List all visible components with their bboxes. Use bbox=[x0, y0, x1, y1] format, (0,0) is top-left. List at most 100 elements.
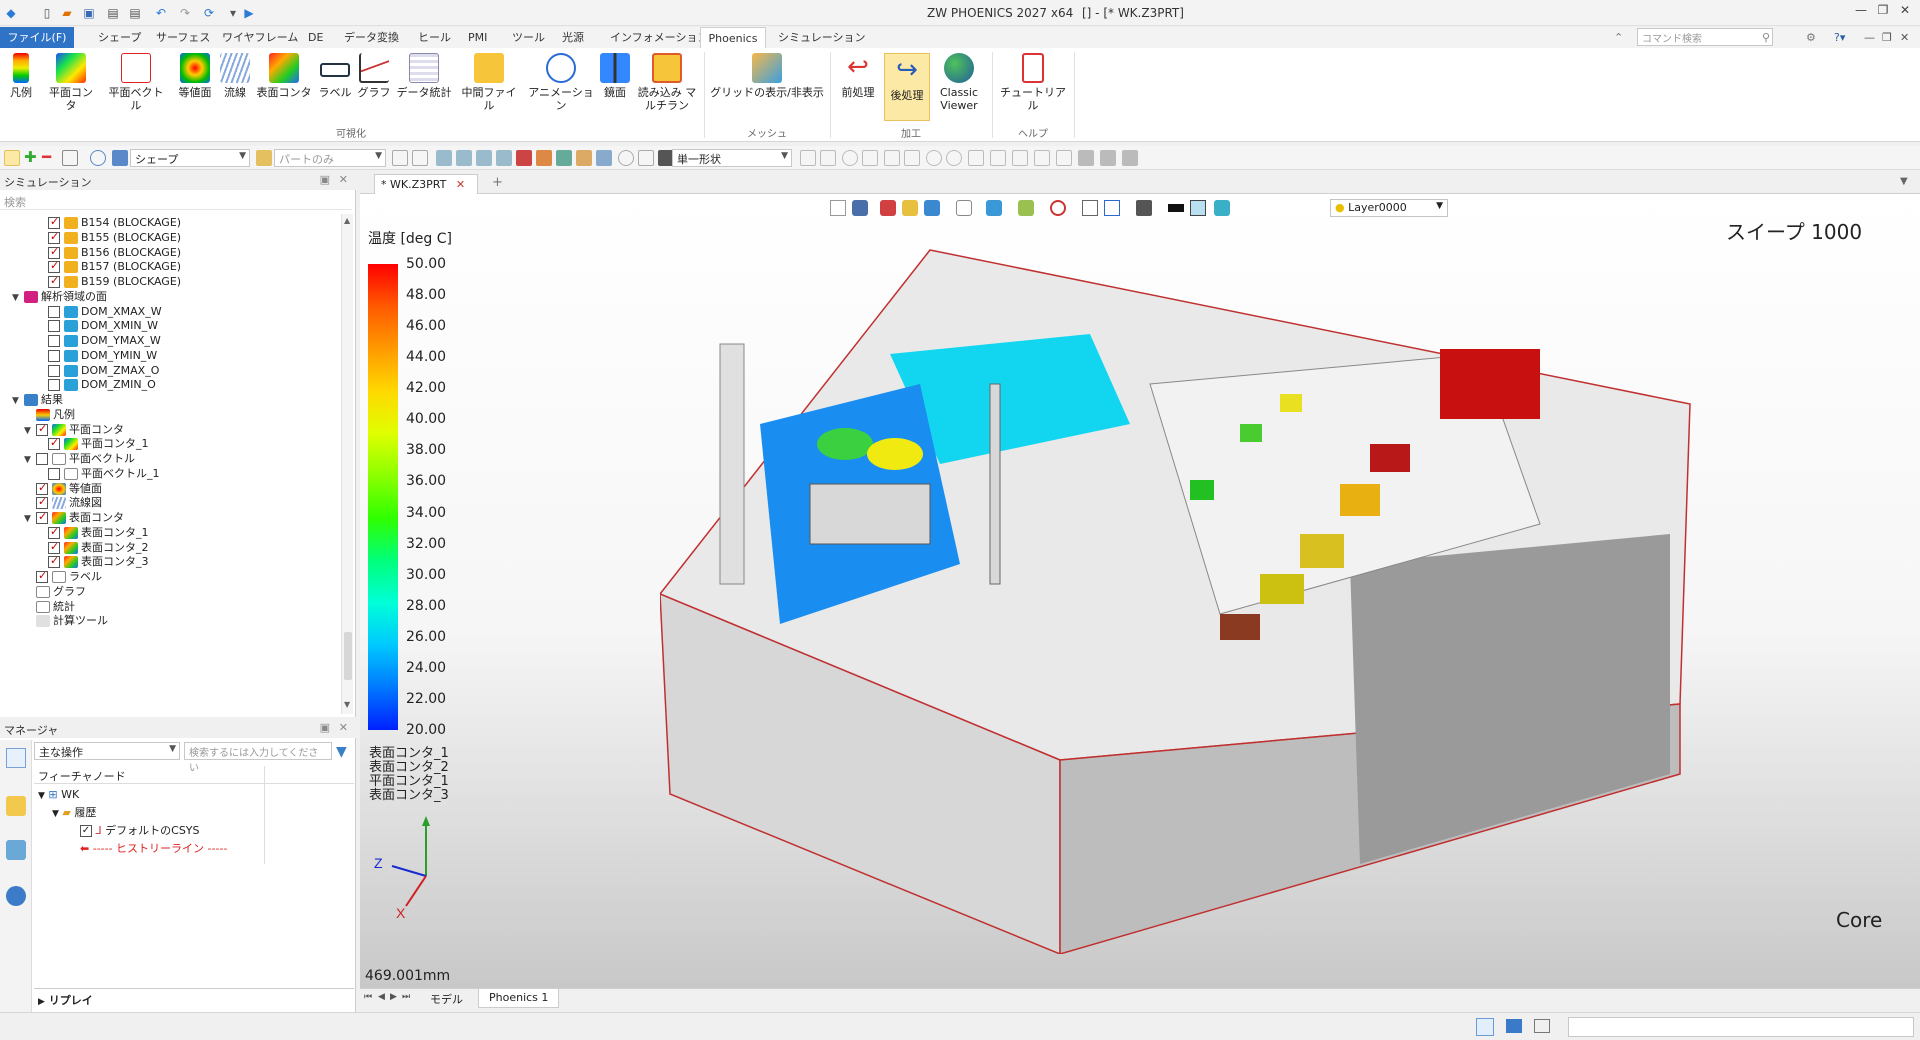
expand-icon[interactable]: ▼ bbox=[24, 451, 36, 469]
help-icon[interactable]: ?▾ bbox=[1828, 27, 1851, 48]
ribbon-close-icon[interactable]: ✕ bbox=[1894, 27, 1915, 48]
status-input[interactable] bbox=[1568, 1017, 1914, 1037]
3d-viewport[interactable]: ● Layer0000 ▼ 温度 [deg C] 50.00 48.00 46.00 4… bbox=[360, 194, 1920, 988]
snap-icon[interactable] bbox=[1078, 150, 1094, 166]
legend-button[interactable]: 凡例 bbox=[6, 53, 36, 99]
command-search-input[interactable]: コマンド検索 bbox=[1637, 28, 1773, 46]
scroll-up-icon[interactable]: ▲ bbox=[344, 216, 350, 225]
layer-dropdown[interactable]: ● Layer0000 ▼ bbox=[1330, 199, 1448, 217]
regen-icon[interactable]: ⟳ bbox=[200, 4, 218, 22]
view-tool-icon[interactable] bbox=[1136, 200, 1152, 216]
label-button[interactable]: ラベル bbox=[318, 53, 352, 99]
doc-tab[interactable]: * WK.Z3PRT ✕ bbox=[374, 174, 478, 194]
graph-button[interactable]: グラフ bbox=[356, 53, 392, 99]
undo-icon[interactable]: ↶ bbox=[152, 4, 170, 22]
expand-icon[interactable]: ▼ bbox=[38, 791, 45, 801]
tree-checkbox[interactable] bbox=[36, 567, 48, 585]
tab-shape[interactable]: シェープ bbox=[92, 27, 147, 48]
status-view-icon[interactable] bbox=[1476, 1018, 1494, 1036]
view-tool-icon[interactable] bbox=[852, 200, 868, 216]
replay-bar[interactable]: ▶ リプレイ bbox=[34, 988, 354, 1008]
view-tool-icon[interactable] bbox=[986, 200, 1002, 216]
history-view-icon[interactable] bbox=[6, 748, 26, 768]
first-page-icon[interactable]: ⏮ bbox=[364, 992, 372, 1002]
snap-icon[interactable] bbox=[1034, 150, 1050, 166]
pin-icon[interactable]: ▣ bbox=[320, 173, 330, 186]
collapse-ribbon-icon[interactable]: ⌃ bbox=[1608, 27, 1629, 48]
snap-icon[interactable] bbox=[800, 150, 816, 166]
tree-scrollbar[interactable]: ▲ ▼ bbox=[341, 214, 353, 714]
tool-icon[interactable] bbox=[476, 150, 492, 166]
view-tool-icon[interactable] bbox=[924, 200, 940, 216]
tree-checkbox[interactable] bbox=[36, 453, 48, 465]
tree-checkbox[interactable] bbox=[48, 552, 60, 570]
streamline-button[interactable]: 流線 bbox=[220, 53, 250, 99]
restore-icon[interactable]: ❐ bbox=[1872, 3, 1894, 21]
snap-icon[interactable] bbox=[862, 150, 878, 166]
filter-icon[interactable] bbox=[112, 150, 128, 166]
snap-icon[interactable] bbox=[968, 150, 984, 166]
expand-icon[interactable]: ▼ bbox=[24, 510, 36, 528]
file-menu[interactable]: ファイル(F) bbox=[0, 27, 74, 48]
pick-dropdown[interactable]: パートのみ ▼ bbox=[274, 149, 386, 167]
tree-node-root[interactable]: ▼ ⊞ WK bbox=[38, 786, 79, 804]
isosurface-button[interactable]: 等値面 bbox=[174, 53, 216, 99]
new-file-icon[interactable]: ▯ bbox=[38, 4, 56, 22]
tree-checkbox[interactable] bbox=[48, 305, 60, 318]
tool-icon[interactable] bbox=[536, 150, 552, 166]
tab-light[interactable]: 光源 bbox=[556, 27, 590, 48]
snap-icon[interactable] bbox=[1056, 150, 1072, 166]
view-tool-icon[interactable] bbox=[1190, 200, 1206, 216]
close-panel-icon[interactable]: ✕ bbox=[339, 173, 348, 186]
new-tab-icon[interactable]: + bbox=[492, 175, 503, 190]
remove-icon[interactable]: ━ bbox=[42, 150, 58, 166]
tool-icon[interactable] bbox=[392, 150, 408, 166]
snap-icon[interactable] bbox=[1100, 150, 1116, 166]
tab-model[interactable]: モデル bbox=[430, 991, 463, 1007]
data-statistics-button[interactable]: データ統計 bbox=[396, 53, 452, 99]
tool-icon[interactable] bbox=[638, 150, 654, 166]
snap-icon[interactable] bbox=[820, 150, 836, 166]
view-tool-icon[interactable] bbox=[1018, 200, 1034, 216]
csys-checkbox[interactable]: ✓ bbox=[80, 825, 92, 837]
tree-checkbox[interactable] bbox=[48, 349, 60, 362]
view-tool-icon[interactable] bbox=[1104, 200, 1120, 216]
view-tool-icon[interactable] bbox=[830, 200, 846, 216]
print-icon[interactable]: ▤ bbox=[104, 4, 122, 22]
select-arrow-icon[interactable] bbox=[4, 150, 20, 166]
tab-pmi[interactable]: PMI bbox=[462, 27, 493, 48]
tab-heal[interactable]: ヒール bbox=[412, 27, 457, 48]
tool-icon[interactable] bbox=[496, 150, 512, 166]
load-multirun-button[interactable]: 読み込み マルチラン bbox=[636, 53, 698, 112]
view-tool-icon[interactable] bbox=[1168, 204, 1184, 212]
snap-icon[interactable] bbox=[904, 150, 920, 166]
next-page-icon[interactable]: ▶ bbox=[390, 992, 397, 1002]
close-icon[interactable]: ✕ bbox=[1894, 3, 1916, 21]
tool-icon[interactable] bbox=[556, 150, 572, 166]
assembly-icon[interactable] bbox=[6, 796, 26, 816]
select-shape-icon[interactable] bbox=[90, 150, 106, 166]
scrollbar-thumb[interactable] bbox=[344, 632, 352, 680]
tree-checkbox[interactable] bbox=[48, 434, 60, 452]
snap-icon[interactable] bbox=[946, 150, 962, 166]
view-tool-icon[interactable] bbox=[902, 200, 918, 216]
tab-surface[interactable]: サーフェス bbox=[150, 27, 216, 48]
prev-page-icon[interactable]: ◀ bbox=[378, 992, 385, 1002]
settings-icon[interactable]: ⚙ bbox=[1800, 27, 1822, 48]
redo-icon[interactable]: ↷ bbox=[176, 4, 194, 22]
snap-icon[interactable] bbox=[926, 150, 942, 166]
tree-checkbox[interactable] bbox=[36, 420, 48, 438]
preprocess-button[interactable]: ↩ 前処理 bbox=[836, 53, 880, 99]
grid-toggle-button[interactable]: グリッドの表示/非表示 bbox=[710, 53, 824, 99]
close-tab-icon[interactable]: ✕ bbox=[456, 178, 465, 191]
tool-icon[interactable] bbox=[436, 150, 452, 166]
tool-icon[interactable] bbox=[456, 150, 472, 166]
open-folder-icon[interactable]: ▰ bbox=[58, 4, 76, 22]
snap-icon[interactable] bbox=[1122, 150, 1138, 166]
tab-de[interactable]: DE bbox=[302, 27, 329, 48]
tool-icon[interactable] bbox=[516, 150, 532, 166]
tab-simulation[interactable]: シミュレーション bbox=[772, 27, 872, 48]
scroll-down-icon[interactable]: ▼ bbox=[344, 700, 350, 709]
operation-filter-dropdown[interactable]: 主な操作 ▼ bbox=[34, 742, 180, 760]
tree-node-history[interactable]: ▼ ▰ 履歴 bbox=[52, 804, 96, 822]
